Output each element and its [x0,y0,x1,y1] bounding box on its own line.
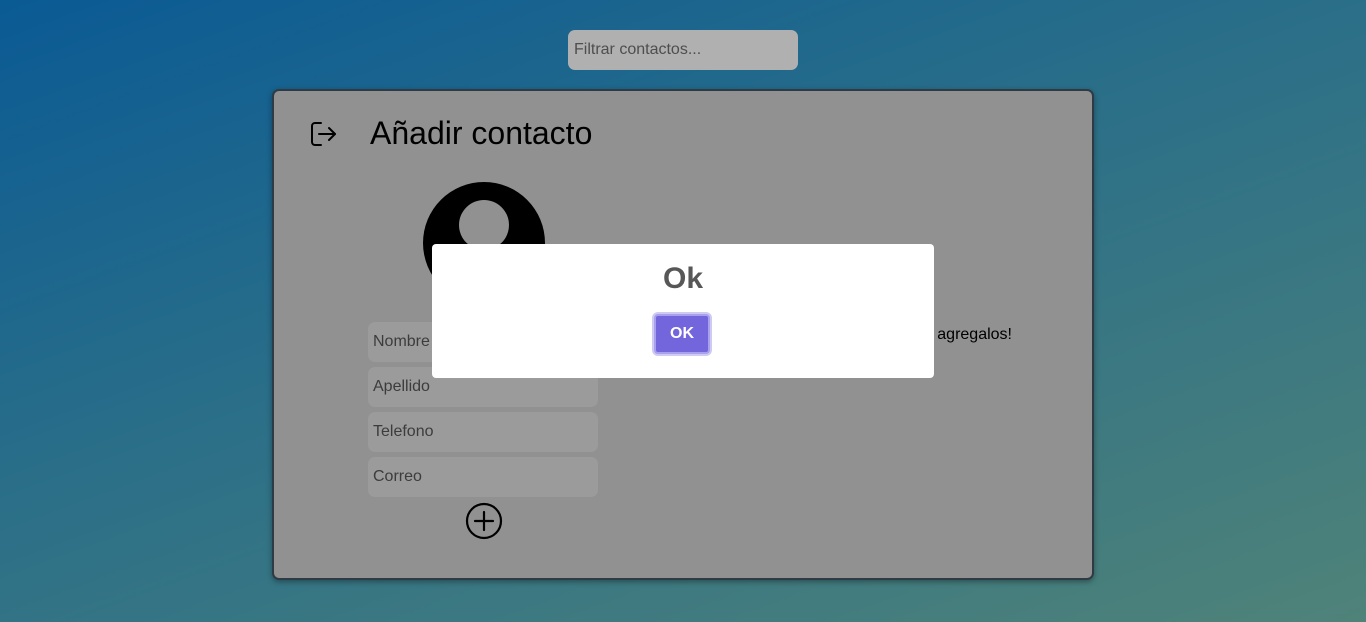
alert-dialog: Ok OK [432,244,934,378]
ok-button[interactable]: OK [654,314,710,354]
dialog-title: Ok [662,262,704,295]
